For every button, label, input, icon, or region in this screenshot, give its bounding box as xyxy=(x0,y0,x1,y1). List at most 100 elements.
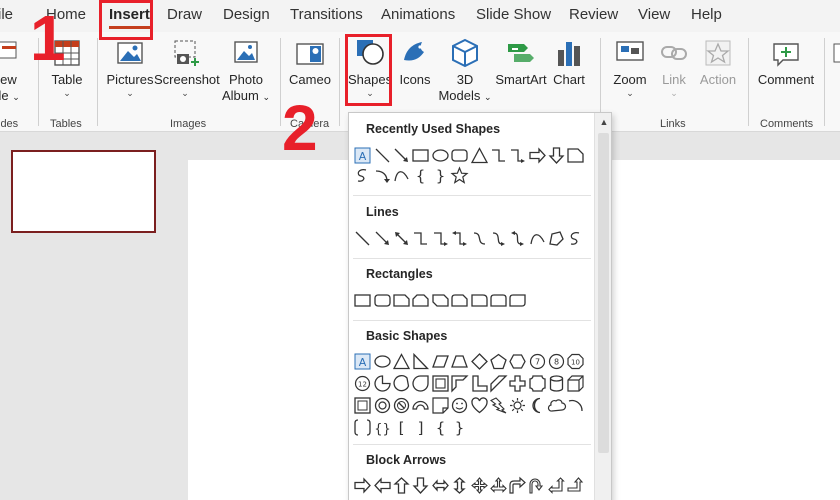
shape-rectangle[interactable] xyxy=(411,145,430,165)
shape-right-arrow[interactable] xyxy=(353,475,372,495)
shape-snip-same-side[interactable] xyxy=(411,290,430,310)
shape-curve[interactable] xyxy=(528,228,547,248)
shape-trapezoid[interactable] xyxy=(450,351,469,371)
shape-moon[interactable] xyxy=(528,395,547,415)
shape-line-double-arrow[interactable] xyxy=(392,228,411,248)
shape-diamond[interactable] xyxy=(469,351,488,371)
icons-button[interactable]: Icons xyxy=(396,36,434,88)
screenshot-button[interactable]: Screenshot ⌄ xyxy=(154,36,220,98)
shape-up-arrow[interactable] xyxy=(392,475,411,495)
shape-round-diagonal[interactable] xyxy=(508,290,527,310)
cameo-button[interactable]: Cameo xyxy=(287,36,333,88)
shape-u-turn-arrow[interactable] xyxy=(528,475,547,495)
shape-no-symbol[interactable] xyxy=(392,395,411,415)
shape-hexagon[interactable] xyxy=(508,351,527,371)
shape-double-bracket[interactable] xyxy=(353,417,372,437)
shape-freeform[interactable] xyxy=(547,228,566,248)
tab-animations[interactable]: Animations xyxy=(381,6,455,23)
shape-rectangle[interactable] xyxy=(353,290,372,310)
shape-cloud[interactable] xyxy=(547,395,567,415)
shape-left-up-arrow[interactable] xyxy=(547,475,566,495)
shape-folded-corner[interactable] xyxy=(431,395,450,415)
shape-half-frame[interactable] xyxy=(450,373,469,393)
shape-bent-arrow[interactable] xyxy=(508,475,527,495)
shape-snip-round[interactable] xyxy=(450,290,469,310)
shape-triangle[interactable] xyxy=(469,145,488,165)
shape-elbow-arrow[interactable] xyxy=(431,228,450,248)
shape-left-arrow[interactable] xyxy=(372,475,391,495)
pictures-button[interactable]: Pictures ⌄ xyxy=(106,36,154,98)
shape-teardrop[interactable] xyxy=(411,373,430,393)
scrollbar-thumb[interactable] xyxy=(598,133,609,453)
shape-triangle[interactable] xyxy=(392,351,411,371)
shape-pentagon[interactable] xyxy=(489,351,508,371)
shape-up-down-arrow[interactable] xyxy=(450,475,469,495)
shape-line[interactable] xyxy=(372,145,391,165)
shape-rounded-rectangle[interactable] xyxy=(450,145,469,165)
shape-octagon[interactable]: 8 xyxy=(547,351,566,371)
shape-text-box[interactable]: A xyxy=(353,351,372,371)
shape-round-single-corner[interactable] xyxy=(469,290,488,310)
shape-line[interactable] xyxy=(353,228,372,248)
shape-block-arc[interactable] xyxy=(411,395,430,415)
shape-arc[interactable] xyxy=(566,395,585,415)
shape-bent-up-arrow[interactable] xyxy=(566,475,585,495)
shape-curved-arrow[interactable] xyxy=(372,165,391,185)
shape-lightning-bolt[interactable] xyxy=(489,395,508,415)
shape-snip-rectangle[interactable] xyxy=(566,145,585,165)
tab-draw[interactable]: Draw xyxy=(167,6,202,23)
photo-album-button[interactable]: Photo Album ⌄ xyxy=(220,36,272,105)
shape-oval[interactable] xyxy=(372,351,391,371)
shape-diagonal-stripe[interactable] xyxy=(489,373,508,393)
shape-double-brace[interactable]: {} xyxy=(372,417,391,437)
shape-curved-connector[interactable] xyxy=(469,228,488,248)
shape-star[interactable] xyxy=(450,165,469,185)
shape-elbow-connector[interactable] xyxy=(489,145,508,165)
new-slide-button[interactable]: lew de ⌄ xyxy=(0,36,22,105)
next-group-button[interactable] xyxy=(828,36,840,72)
shape-curved-arrow-connector[interactable] xyxy=(489,228,508,248)
shape-bevel[interactable] xyxy=(353,395,372,415)
tab-transitions[interactable]: Transitions xyxy=(290,6,363,23)
slide-thumbnail[interactable] xyxy=(11,150,156,233)
shape-l-shape[interactable] xyxy=(469,373,488,393)
shape-left-right-arrow[interactable] xyxy=(431,475,450,495)
shape-sun[interactable] xyxy=(508,395,527,415)
comment-button[interactable]: Comment xyxy=(756,36,816,88)
shape-right-triangle[interactable] xyxy=(411,351,430,371)
shape-line-arrow[interactable] xyxy=(372,228,391,248)
3d-models-button[interactable]: 3D Models ⌄ xyxy=(436,36,494,105)
shape-right-arrow[interactable] xyxy=(528,145,547,165)
tab-help[interactable]: Help xyxy=(691,6,722,23)
shape-text-box[interactable]: A xyxy=(353,145,372,165)
shape-chord[interactable] xyxy=(392,373,411,393)
shape-smiley-face[interactable] xyxy=(450,395,469,415)
tab-review[interactable]: Review xyxy=(569,6,618,23)
zoom-button[interactable]: Zoom ⌄ xyxy=(608,36,652,98)
shape-curved-double-arrow[interactable] xyxy=(508,228,527,248)
shape-down-arrow[interactable] xyxy=(411,475,430,495)
scroll-up-arrow-icon[interactable]: ▲ xyxy=(595,115,611,129)
shape-elbow-connector[interactable] xyxy=(411,228,430,248)
shape-oval[interactable] xyxy=(431,145,450,165)
shape-snip-single-corner[interactable] xyxy=(392,290,411,310)
link-button[interactable]: Link ⌄ xyxy=(656,36,692,98)
dropdown-scrollbar[interactable]: ▲ xyxy=(594,113,611,500)
smartart-button[interactable]: SmartArt xyxy=(494,36,548,88)
shape-dodecagon[interactable]: 12 xyxy=(353,373,372,393)
shape-parallelogram[interactable] xyxy=(431,351,450,371)
shape-heart[interactable] xyxy=(469,395,488,415)
shape-donut[interactable] xyxy=(372,395,391,415)
shape-scribble[interactable] xyxy=(353,165,372,185)
shape-line-arrow[interactable] xyxy=(392,145,411,165)
shape-elbow-double-arrow[interactable] xyxy=(450,228,469,248)
shape-plaque[interactable] xyxy=(528,373,547,393)
shape-frame[interactable] xyxy=(431,373,450,393)
shape-rounded-rectangle[interactable] xyxy=(372,290,391,310)
action-button[interactable]: Action xyxy=(696,36,740,88)
shape-heptagon[interactable]: 7 xyxy=(528,351,547,371)
tab-view[interactable]: View xyxy=(638,6,670,23)
shape-scribble[interactable] xyxy=(566,228,585,248)
shape-quad-arrow[interactable] xyxy=(469,475,488,495)
tab-slide-show[interactable]: Slide Show xyxy=(476,6,551,23)
